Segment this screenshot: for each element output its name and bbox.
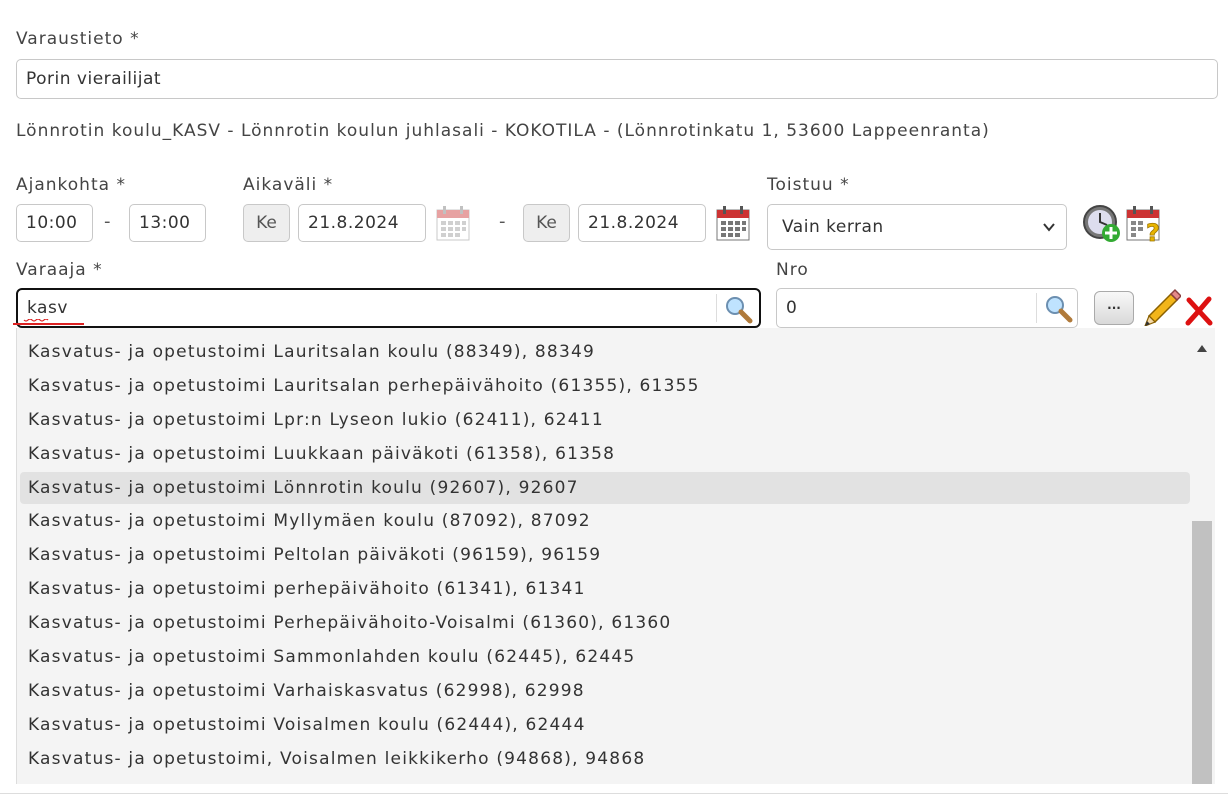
location-info: Lönnrotin koulu_KASV - Lönnrotin koulun … (16, 121, 990, 141)
toistuu-select[interactable]: Vain kerran (767, 204, 1067, 250)
list-item[interactable]: Kasvatus- ja opetustoimi Sammonlahden ko… (28, 641, 1188, 673)
calendar-help-icon[interactable]: ? (1126, 205, 1164, 247)
list-item[interactable]: Kasvatus- ja opetustoimi, Voisalmen leik… (28, 743, 1188, 775)
list-item[interactable]: Kasvatus- ja opetustoimi Luukkaan päiväk… (28, 438, 1188, 470)
list-item-highlighted[interactable]: Kasvatus- ja opetustoimi Lönnrotin koulu… (20, 472, 1190, 504)
chevron-down-icon (1042, 219, 1056, 239)
scrollbar-thumb[interactable] (1192, 521, 1212, 784)
varaustieto-input[interactable]: Porin vierailijat (16, 59, 1218, 99)
svg-text:?: ? (1146, 219, 1160, 243)
list-item[interactable]: Kasvatus- ja opetustoimi Lauritsalan per… (28, 370, 1188, 402)
search-divider (716, 294, 717, 322)
list-item[interactable]: Kasvatus- ja opetustoimi Lauritsalan kou… (28, 336, 1188, 368)
calendar-icon[interactable] (436, 205, 470, 241)
magnifier-icon[interactable] (1043, 293, 1073, 328)
list-item[interactable]: Kasvatus- ja opetustoimi Peltolan päiväk… (28, 539, 1188, 571)
nro-label: Nro (776, 260, 809, 280)
scroll-up-arrow-icon[interactable] (1197, 337, 1207, 356)
clock-add-icon[interactable] (1082, 204, 1122, 244)
start-time-input[interactable]: 10:00 (16, 204, 93, 242)
end-day: Ke (523, 204, 570, 242)
list-item[interactable]: Kasvatus- ja opetustoimi Lpr:n Lyseon lu… (28, 404, 1188, 436)
search-divider (1036, 293, 1037, 323)
start-date-input[interactable]: 21.8.2024 (298, 204, 426, 242)
nro-value: 0 (786, 298, 798, 318)
ajankohta-label: Ajankohta * (16, 175, 126, 195)
varaustieto-label: Varaustieto * (16, 29, 140, 49)
date-separator: - (499, 211, 506, 232)
aikavali-label: Aikaväli * (243, 175, 334, 195)
list-item[interactable]: Kasvatus- ja opetustoimi Voisalmen koulu… (28, 709, 1188, 741)
varaaja-input[interactable]: kasv (16, 288, 761, 328)
start-day: Ke (243, 204, 290, 242)
magnifier-icon[interactable] (723, 294, 753, 329)
list-item[interactable]: Kasvatus- ja opetustoimi Varhaiskasvatus… (28, 675, 1188, 707)
varaaja-value: kasv (27, 298, 68, 318)
bottom-divider (0, 793, 1228, 794)
end-time-input[interactable]: 13:00 (129, 204, 206, 242)
pencil-icon[interactable] (1141, 286, 1183, 328)
varaaja-label: Varaaja * (16, 260, 103, 280)
dropdown-scrollbar[interactable] (1190, 328, 1214, 784)
list-item[interactable]: Kasvatus- ja opetustoimi Myllymäen koulu… (28, 505, 1188, 537)
time-separator: - (104, 211, 111, 232)
calendar-icon[interactable] (716, 205, 750, 241)
list-item[interactable]: Kasvatus- ja opetustoimi Perhepäivähoito… (28, 607, 1188, 639)
list-item[interactable]: Kasvatus- ja opetustoimi perhepäivähoito… (28, 573, 1188, 605)
varaaja-suggestions: Kasvatus- ja opetustoimi Lauritsalan kou… (16, 328, 1215, 784)
toistuu-selected: Vain kerran (782, 217, 884, 237)
nro-input[interactable]: 0 (776, 288, 1078, 328)
end-date-input[interactable]: 21.8.2024 (578, 204, 706, 242)
red-x-icon[interactable] (1184, 296, 1214, 326)
toistuu-label: Toistuu * (767, 175, 850, 195)
more-button[interactable]: ··· (1094, 291, 1134, 325)
